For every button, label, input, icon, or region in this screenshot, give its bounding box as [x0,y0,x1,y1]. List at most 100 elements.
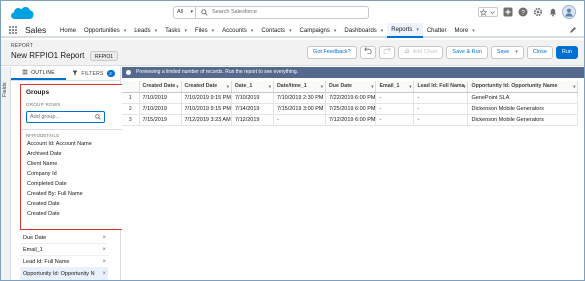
gear-icon[interactable] [532,7,543,18]
salesforce-logo[interactable] [9,4,35,21]
column-item[interactable]: Lead Id: Full Name × [20,256,108,268]
info-icon [126,70,131,75]
chevron-down-icon[interactable]: ▾ [124,28,127,34]
add-chart-button[interactable]: Add Chart [397,46,444,59]
app-launcher-icon[interactable] [9,26,17,34]
edit-nav-icon[interactable] [569,26,577,36]
table-cell: - [273,114,326,126]
preview-table: Created Date ▾ Created Date ▾ Date_1 ▾ Date/ti… [122,81,579,126]
chevron-down-icon: ▾ [515,49,518,55]
table-cell: 7/15/2019 3:00 PM [273,103,326,115]
chart-icon [404,47,410,58]
column-item[interactable]: Email_1 × [20,244,108,256]
column-header[interactable]: Email_1 ▾ [375,81,415,93]
column-menu-icon[interactable]: ▾ [573,81,575,91]
favorites-group [478,7,498,17]
star-icon[interactable] [479,8,488,16]
tab-filters[interactable]: FILTERS 2 [66,67,121,80]
column-menu-icon[interactable]: ▾ [321,81,323,91]
column-header[interactable]: Date/time_1 ▾ [273,81,326,93]
list-icon [22,69,28,77]
help-icon[interactable]: ? [517,7,528,18]
run-button[interactable]: Run [555,46,578,59]
chevron-down-icon[interactable]: ▾ [334,28,337,34]
nav-item-leads[interactable]: Leads ▾ [130,23,161,38]
nav-item-more[interactable]: More ▾ [451,23,479,38]
table-cell: 7/10/2019 9:15 PM [181,92,232,104]
fields-rail-toggle[interactable]: Fields [1,67,11,280]
remove-column-icon[interactable]: × [102,256,106,268]
nav-item-contacts[interactable]: Contacts ▾ [257,23,295,38]
chevron-down-icon[interactable] [488,8,497,16]
close-button[interactable]: Close [526,46,553,59]
report-title: New RFPIO1 Report [11,51,85,60]
column-menu-icon[interactable]: ▾ [371,81,373,91]
search-input[interactable]: Search Salesforce [212,7,257,18]
remove-column-icon[interactable]: × [102,268,106,280]
chevron-down-icon[interactable]: ▾ [155,28,158,34]
column-item[interactable]: Due Date × [20,232,108,244]
column-menu-icon[interactable]: ▾ [227,81,229,91]
row-number: 2 [122,103,140,115]
remove-column-icon[interactable]: × [102,244,106,256]
add-icon[interactable] [502,7,513,18]
column-header[interactable]: Created Date ▾ [181,81,232,93]
column-menu-icon[interactable]: ▾ [176,81,178,91]
column-header[interactable]: Date_1 ▾ [231,81,274,93]
user-avatar[interactable] [562,5,576,19]
nav-item-opportunities[interactable]: Opportunities ▾ [80,23,130,38]
app-name: Sales [25,25,47,35]
table-cell: 7/10/2019 [139,103,182,115]
column-header[interactable]: Lead Id: Full Name ▾ [413,81,469,93]
table-cell: 7/10/2019 2:30 PM [273,92,326,104]
preview-info-bar: Previewing a limited number of records. … [122,67,584,78]
column-menu-icon[interactable]: ▾ [409,81,411,91]
chevron-down-icon[interactable]: ▾ [289,28,292,34]
redo-icon [383,46,391,59]
table-cell: GenePoint SLA [467,92,579,104]
chevron-down-icon[interactable]: ▾ [251,28,254,34]
bell-icon[interactable] [547,7,558,18]
redo-button[interactable] [378,46,395,59]
chevron-down-icon[interactable]: ▾ [472,28,475,34]
undo-button[interactable] [359,46,376,59]
nav-item-tasks[interactable]: Tasks ▾ [161,23,191,38]
remove-column-icon[interactable]: × [102,232,106,244]
nav-items: Home Opportunities ▾ Leads ▾ Tasks ▾ Files ▾ Acco… [56,23,479,38]
chevron-down-icon[interactable]: ▾ [212,28,215,34]
save-button[interactable]: Save ▾ [490,46,524,59]
column-header [122,81,140,93]
nav-item-files[interactable]: Files ▾ [191,23,218,38]
feedback-button[interactable]: Got Feedback? [307,46,357,59]
chevron-down-icon[interactable]: ▾ [381,28,384,34]
nav-item-accounts[interactable]: Accounts ▾ [218,23,257,38]
group-rows-label: GROUP ROWS [26,102,61,107]
table-cell: 7/12/2019 [231,114,274,126]
global-header: All ▾ Search Salesforce ? [1,1,584,23]
chevron-down-icon[interactable]: ▾ [184,28,187,34]
fields-rail-label: Fields [2,82,8,97]
table-cell: - [375,92,415,104]
table-row: 2 7/10/2019 7/10/2019 9:15 PM 7/14/2019 7/15… [122,103,579,115]
search-scope-select[interactable]: All ▾ [174,7,196,18]
table-cell: 7/10/2019 [231,92,274,104]
nav-item-home[interactable]: Home [56,23,80,38]
column-header[interactable]: Due Date ▾ [325,81,377,93]
table-cell: - [375,103,415,115]
chevron-down-icon[interactable]: ▾ [416,27,419,33]
table-cell: - [413,114,469,126]
row-number: 3 [122,114,140,126]
nav-item-reports[interactable]: Reports ▾ [387,23,423,38]
column-menu-icon[interactable]: ▾ [269,81,271,91]
save-and-run-button[interactable]: Save & Run [446,46,488,59]
add-group-input[interactable]: Add group... [26,111,105,123]
nav-item-dashboards[interactable]: Dashboards ▾ [340,23,387,38]
nav-item-campaigns[interactable]: Campaigns ▾ [296,23,341,38]
column-menu-icon[interactable]: ▾ [463,81,465,91]
column-item[interactable]: Opportunity Id: Opportunity N × [20,268,108,280]
column-header[interactable]: Opportunity Id: Opportunity Name ▾ [467,81,579,93]
nav-item-chatter[interactable]: Chatter [423,23,451,38]
tab-outline[interactable]: OUTLINE [11,67,66,80]
column-header[interactable]: Created Date ▾ [139,81,182,93]
global-search[interactable]: All ▾ Search Salesforce [173,6,369,19]
